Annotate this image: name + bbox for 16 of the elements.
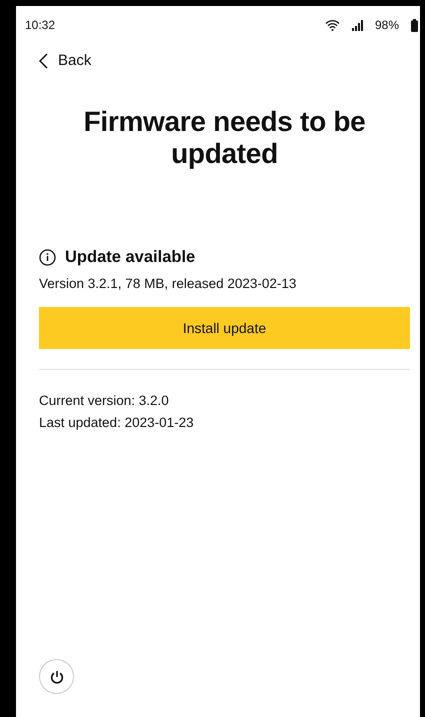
last-updated: Last updated: 2023-01-23: [39, 414, 195, 432]
battery-level: 98%: [374, 18, 399, 32]
current-version: Current version: 3.2.0: [39, 392, 170, 410]
install-update-button[interactable]: Install update: [39, 307, 410, 349]
chevron-left-icon: [39, 52, 48, 68]
signal-icon: [352, 20, 363, 30]
status-time: 10:32: [25, 18, 56, 32]
back-button[interactable]: Back: [39, 52, 92, 69]
power-icon: [50, 670, 64, 684]
info-icon: [39, 249, 56, 266]
update-details: Version 3.2.1, 78 MB, released 2023-02-13: [39, 276, 298, 291]
power-button[interactable]: [39, 659, 74, 694]
wifi-icon: [324, 19, 340, 31]
page-title: Firmware needs to be updated: [82, 106, 366, 170]
battery-icon: [411, 18, 418, 32]
section-heading: Update available: [65, 248, 196, 267]
